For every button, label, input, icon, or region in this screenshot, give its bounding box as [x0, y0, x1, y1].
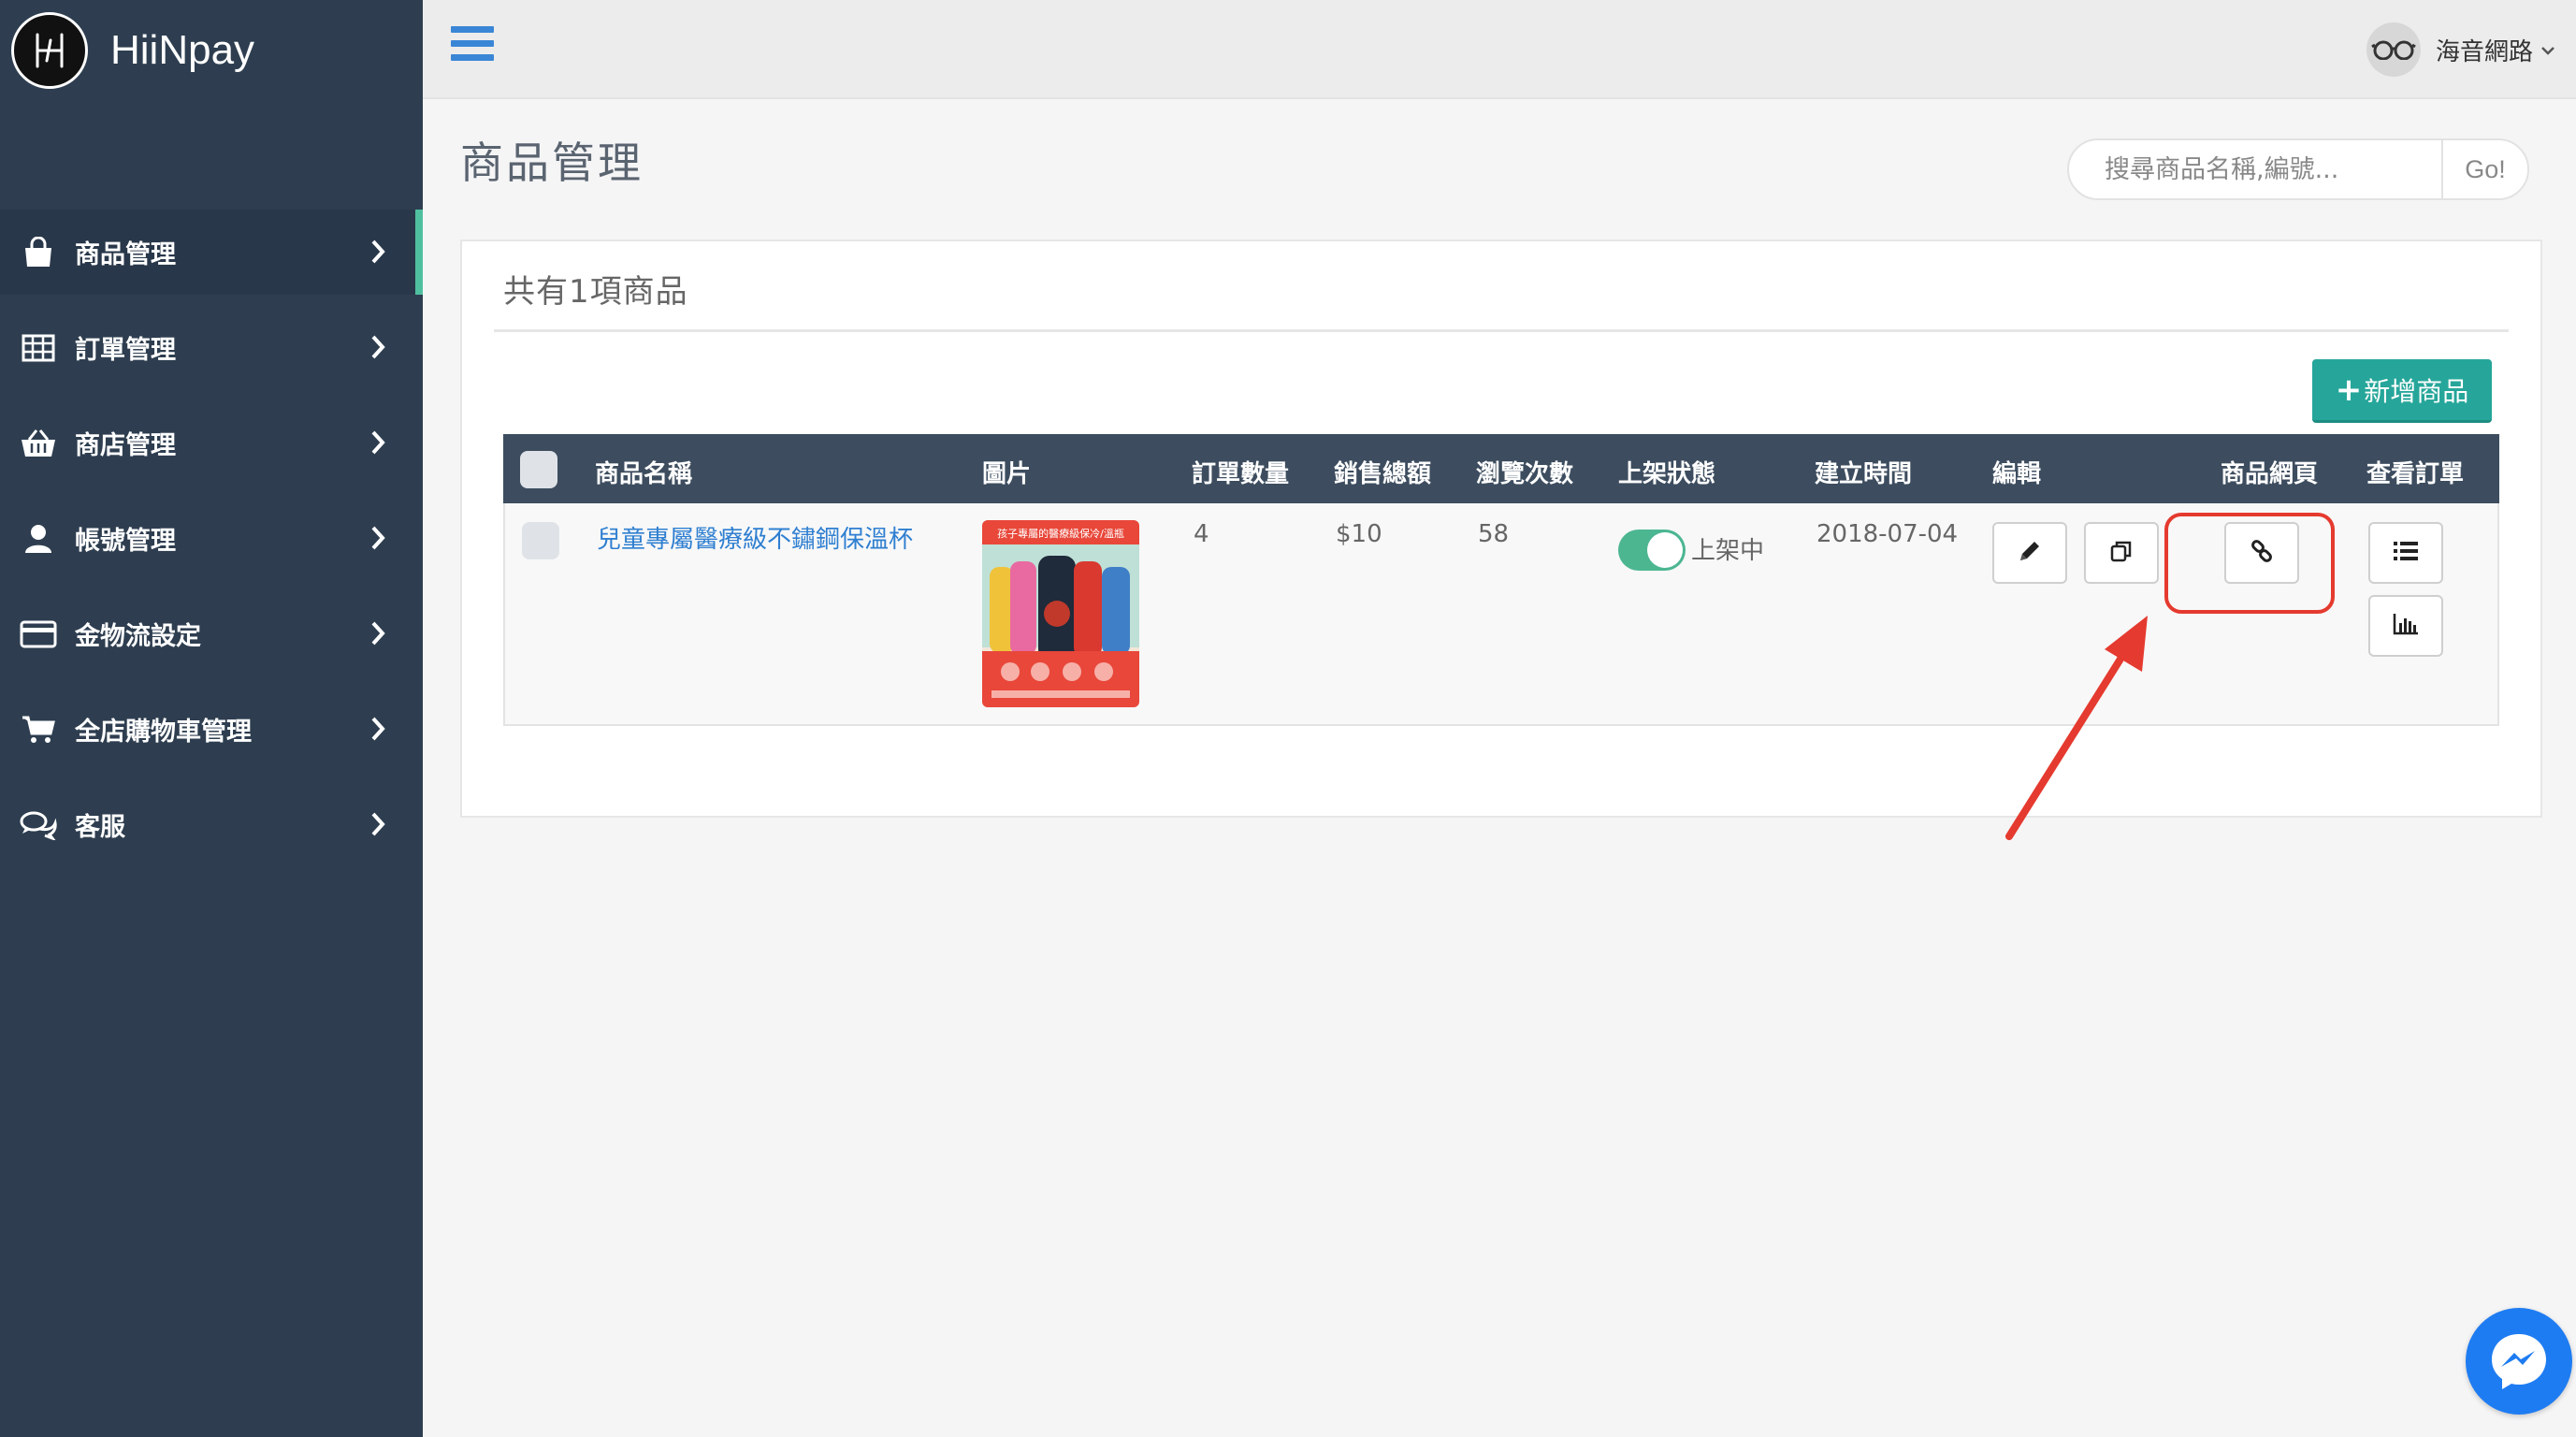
view-orders-list-button[interactable]: [2368, 522, 2443, 584]
chat-icon: [19, 807, 58, 843]
created-date: 2018-07-04: [1816, 520, 1959, 548]
column-header-edit: 編輯: [1992, 460, 2042, 488]
sidebar-item-product-management[interactable]: 商品管理: [0, 210, 423, 295]
table-icon: [19, 330, 58, 366]
column-header-orders: 訂單數量: [1192, 460, 1290, 488]
view-orders-chart-button[interactable]: [2368, 595, 2443, 657]
sidebar-item-store-management[interactable]: 商店管理: [0, 400, 423, 486]
chevron-right-icon: [370, 525, 385, 555]
user-menu[interactable]: 海音網路: [2366, 22, 2555, 77]
edit-button[interactable]: [1992, 522, 2067, 584]
plus-icon: +: [2335, 370, 2363, 409]
sidebar-item-label: 訂單管理: [75, 336, 176, 365]
order-count: 4: [1194, 520, 1209, 548]
page-title: 商品管理: [460, 138, 644, 188]
sidebar-item-label: 帳號管理: [75, 527, 176, 556]
sidebar-item-customer-service[interactable]: 客服: [0, 782, 423, 867]
brand-name: HiiNpay: [110, 27, 255, 73]
sidebar-item-label: 商品管理: [75, 240, 176, 269]
top-bar: 海音網路: [423, 0, 2576, 99]
cart-icon: [19, 712, 58, 748]
sidebar-item-payment-logistics[interactable]: 金物流設定: [0, 591, 423, 676]
chevron-down-icon: [2540, 41, 2555, 59]
search-input[interactable]: [2069, 140, 2441, 198]
chevron-right-icon: [370, 716, 385, 746]
view-count: 58: [1478, 520, 1510, 548]
copy-icon: [2107, 537, 2135, 569]
sidebar-item-label: 客服: [75, 813, 125, 842]
add-product-label: 新增商品: [2364, 375, 2469, 407]
status-label: 上架中: [1691, 537, 1765, 565]
hiinpay-logo-icon: [11, 12, 88, 89]
divider: [494, 329, 2509, 332]
hamburger-menu-icon[interactable]: [451, 26, 494, 62]
chevron-right-icon: [370, 429, 385, 459]
bar-chart-icon: [2392, 612, 2420, 640]
search-go-button[interactable]: Go!: [2441, 140, 2527, 198]
chevron-right-icon: [370, 239, 385, 269]
sidebar-item-cart-management[interactable]: 全店購物車管理: [0, 687, 423, 772]
product-count-title: 共有1項商品: [503, 273, 688, 311]
table-header: 商品名稱 圖片 訂單數量 銷售總額 瀏覽次數 上架狀態 建立時間 編輯 商品網頁…: [503, 434, 2499, 503]
brand[interactable]: HiiNpay: [11, 9, 254, 92]
messenger-chat-icon[interactable]: [2466, 1308, 2572, 1415]
column-header-product-page: 商品網頁: [2221, 460, 2319, 488]
sidebar-item-label: 金物流設定: [75, 622, 201, 651]
product-image-caption: 孩子專屬的醫療級保冷/溫瓶: [997, 527, 1124, 540]
row-checkbox[interactable]: [522, 522, 559, 559]
product-thumbnail[interactable]: 孩子專屬的醫療級保冷/溫瓶: [982, 520, 1139, 707]
chevron-right-icon: [370, 811, 385, 841]
column-header-views: 瀏覽次數: [1476, 460, 1574, 488]
column-header-created: 建立時間: [1815, 460, 1913, 488]
column-header-sales-total: 銷售總額: [1334, 460, 1432, 488]
sales-total: $10: [1336, 520, 1382, 548]
sidebar-nav: 商品管理 訂單管理 商店管理 帳號管理 金物流設定 全店購物車管理 客服: [0, 210, 423, 878]
add-product-button[interactable]: + 新增商品: [2312, 359, 2492, 423]
column-header-view-orders: 查看訂單: [2366, 460, 2465, 488]
sidebar-item-account-management[interactable]: 帳號管理: [0, 496, 423, 581]
sidebar-item-label: 全店購物車管理: [75, 718, 252, 747]
sidebar: HiiNpay 商品管理 訂單管理 商店管理 帳號管理 金物流設定 全店購物車管…: [0, 0, 423, 1437]
column-header-image: 圖片: [982, 460, 1032, 488]
list-icon: [2392, 539, 2420, 567]
column-header-name: 商品名稱: [595, 460, 693, 488]
status-toggle[interactable]: [1618, 530, 1686, 571]
copy-button[interactable]: [2084, 522, 2159, 584]
sidebar-item-label: 商店管理: [75, 431, 176, 460]
chevron-right-icon: [370, 620, 385, 650]
user-name: 海音網路: [2435, 37, 2533, 66]
column-header-status: 上架狀態: [1618, 460, 1716, 488]
pencil-icon: [2016, 537, 2044, 569]
product-page-highlight: [2164, 513, 2335, 614]
basket-icon: [19, 426, 58, 461]
product-name-link[interactable]: 兒童專屬醫療級不鏽鋼保溫杯: [597, 520, 913, 555]
avatar: [2366, 22, 2421, 77]
sidebar-item-order-management[interactable]: 訂單管理: [0, 305, 423, 390]
user-icon: [19, 521, 58, 557]
chevron-right-icon: [370, 334, 385, 364]
select-all-checkbox[interactable]: [520, 451, 557, 488]
search-bar: Go!: [2067, 138, 2529, 200]
shopping-bag-icon: [19, 235, 58, 270]
credit-card-icon: [19, 617, 58, 652]
